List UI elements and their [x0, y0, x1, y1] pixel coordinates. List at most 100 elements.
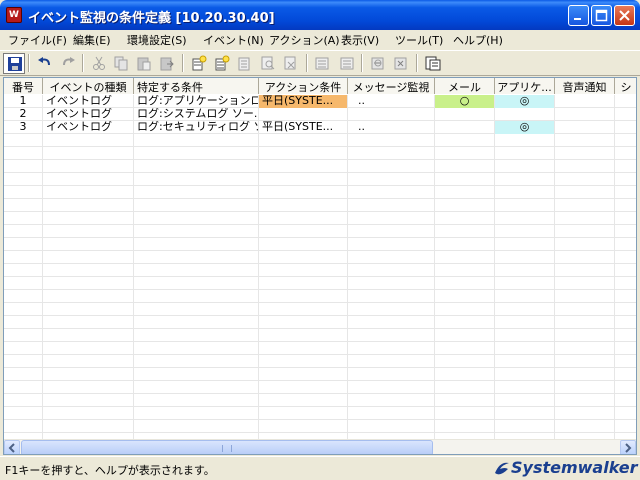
delete-condition-icon	[238, 57, 250, 71]
minimize-icon	[574, 18, 581, 20]
save-button[interactable]	[3, 53, 25, 74]
cell-message	[348, 108, 434, 121]
close-button[interactable]	[614, 5, 635, 26]
grid-line	[4, 419, 636, 420]
table-row[interactable]: 2 イベントログ ログ:システムログ ソー...	[4, 108, 636, 121]
minimize-button[interactable]	[568, 5, 589, 26]
import-icon	[371, 57, 384, 70]
export-icon	[394, 57, 407, 70]
grid-line	[4, 185, 636, 186]
column-header-number[interactable]: 番号	[4, 78, 43, 94]
export-button[interactable]	[390, 53, 412, 74]
grid-line	[4, 159, 636, 160]
column-header-sound[interactable]: 音声通知	[555, 78, 615, 94]
grid-line	[4, 172, 636, 173]
grip-icon	[222, 445, 232, 452]
grid-line	[4, 432, 636, 433]
cell-condition: ログ:セキュリティログ ソ...	[137, 121, 258, 133]
copy-button[interactable]	[110, 53, 132, 74]
cell-event-type: イベントログ	[46, 95, 112, 107]
cell-event-type: イベントログ	[46, 108, 112, 120]
menu-tools[interactable]: ツール(T)	[395, 32, 443, 48]
paste-button[interactable]	[133, 53, 155, 74]
cell-application	[495, 108, 554, 121]
find-next-icon	[284, 56, 296, 70]
column-header-action[interactable]: アクション条件	[259, 78, 348, 94]
find-button[interactable]	[257, 53, 279, 74]
menu-action[interactable]: アクション(A)	[269, 32, 340, 48]
scroll-left-button[interactable]	[4, 440, 20, 454]
move-down-button[interactable]	[335, 53, 357, 74]
scroll-right-button[interactable]	[620, 440, 636, 454]
find-next-button[interactable]	[280, 53, 302, 74]
cell-message: ..	[358, 121, 365, 133]
cell-action	[259, 108, 347, 121]
paste-special-icon	[160, 57, 174, 71]
grid-line	[4, 393, 636, 394]
menu-edit[interactable]: 編集(E)	[73, 32, 111, 48]
save-icon	[8, 57, 22, 71]
condition-list[interactable]: 番号 イベントの種類 特定する条件 アクション条件 メッセージ監視 メール アプ…	[3, 77, 637, 455]
grid-line	[4, 224, 636, 225]
preview-button[interactable]	[422, 53, 444, 74]
column-header-event-type[interactable]: イベントの種類	[43, 78, 134, 94]
logo-swirl-icon	[495, 462, 509, 475]
menu-settings[interactable]: 環境設定(S)	[127, 32, 187, 48]
maximize-button[interactable]	[591, 5, 612, 26]
logo-text: Systemwalker	[511, 458, 638, 477]
grid-line	[4, 354, 636, 355]
import-button[interactable]	[367, 53, 389, 74]
table-row[interactable]: 1 イベントログ ログ:アプリケーションロ... 平日(SYSTE... .. …	[4, 95, 636, 108]
add-condition-icon	[215, 55, 230, 71]
list-grid: 1 イベントログ ログ:アプリケーションロ... 平日(SYSTE... .. …	[4, 95, 636, 439]
list-header: 番号 イベントの種類 特定する条件 アクション条件 メッセージ監視 メール アプ…	[4, 78, 636, 94]
grid-line	[4, 211, 636, 212]
cut-button[interactable]	[88, 53, 110, 74]
column-header-application[interactable]: アプリケ...	[495, 78, 555, 94]
cut-icon	[93, 56, 105, 70]
grid-line	[4, 263, 636, 264]
column-header-message[interactable]: メッセージ監視	[348, 78, 435, 94]
horizontal-scrollbar[interactable]	[4, 439, 636, 454]
toolbar-separator	[416, 54, 418, 72]
menu-view[interactable]: 表示(V)	[341, 32, 379, 48]
menu-help[interactable]: ヘルプ(H)	[453, 32, 503, 48]
column-header-condition[interactable]: 特定する条件	[134, 78, 259, 94]
column-header-extra[interactable]: シ	[615, 78, 636, 94]
app-icon[interactable]: W	[6, 7, 22, 23]
window-title: イベント監視の条件定義 [10.20.30.40]	[28, 11, 275, 26]
cell-application: ◎	[495, 95, 554, 108]
menu-file[interactable]: ファイル(F)	[8, 32, 67, 48]
add-event-button[interactable]	[188, 53, 210, 74]
menu-event[interactable]: イベント(N)	[203, 32, 264, 48]
toolbar-separator	[361, 54, 363, 72]
add-condition-button[interactable]	[211, 53, 233, 74]
status-text: F1キーを押すと、ヘルプが表示されます。	[5, 464, 215, 477]
grid-line	[4, 367, 636, 368]
scroll-left-icon	[8, 443, 15, 453]
table-row[interactable]: 3 イベントログ ログ:セキュリティログ ソ... 平日(SYSTE... ..…	[4, 121, 636, 134]
cell-sound	[555, 108, 614, 121]
scroll-thumb[interactable]	[21, 440, 433, 454]
redo-button[interactable]	[57, 53, 79, 74]
cell-action: 平日(SYSTE...	[259, 95, 347, 108]
grid-line	[4, 289, 636, 290]
toolbar-separator	[306, 54, 308, 72]
column-header-mail[interactable]: メール	[435, 78, 495, 94]
grid-line	[4, 198, 636, 199]
delete-condition-button[interactable]	[234, 53, 256, 74]
cell-extra	[615, 95, 636, 108]
toolbar	[0, 50, 640, 76]
systemwalker-logo: Systemwalker	[492, 458, 638, 478]
grid-line	[4, 328, 636, 329]
maximize-icon	[595, 9, 608, 22]
grid-line	[4, 302, 636, 303]
cell-condition: ログ:アプリケーションロ...	[137, 95, 258, 107]
toolbar-separator	[28, 54, 30, 72]
cell-application: ◎	[495, 121, 554, 134]
undo-button[interactable]	[34, 53, 56, 74]
toolbar-separator	[182, 54, 184, 72]
paste-special-button[interactable]	[156, 53, 178, 74]
move-up-button[interactable]	[312, 53, 334, 74]
title-bar[interactable]: W イベント監視の条件定義 [10.20.30.40]	[0, 0, 640, 30]
